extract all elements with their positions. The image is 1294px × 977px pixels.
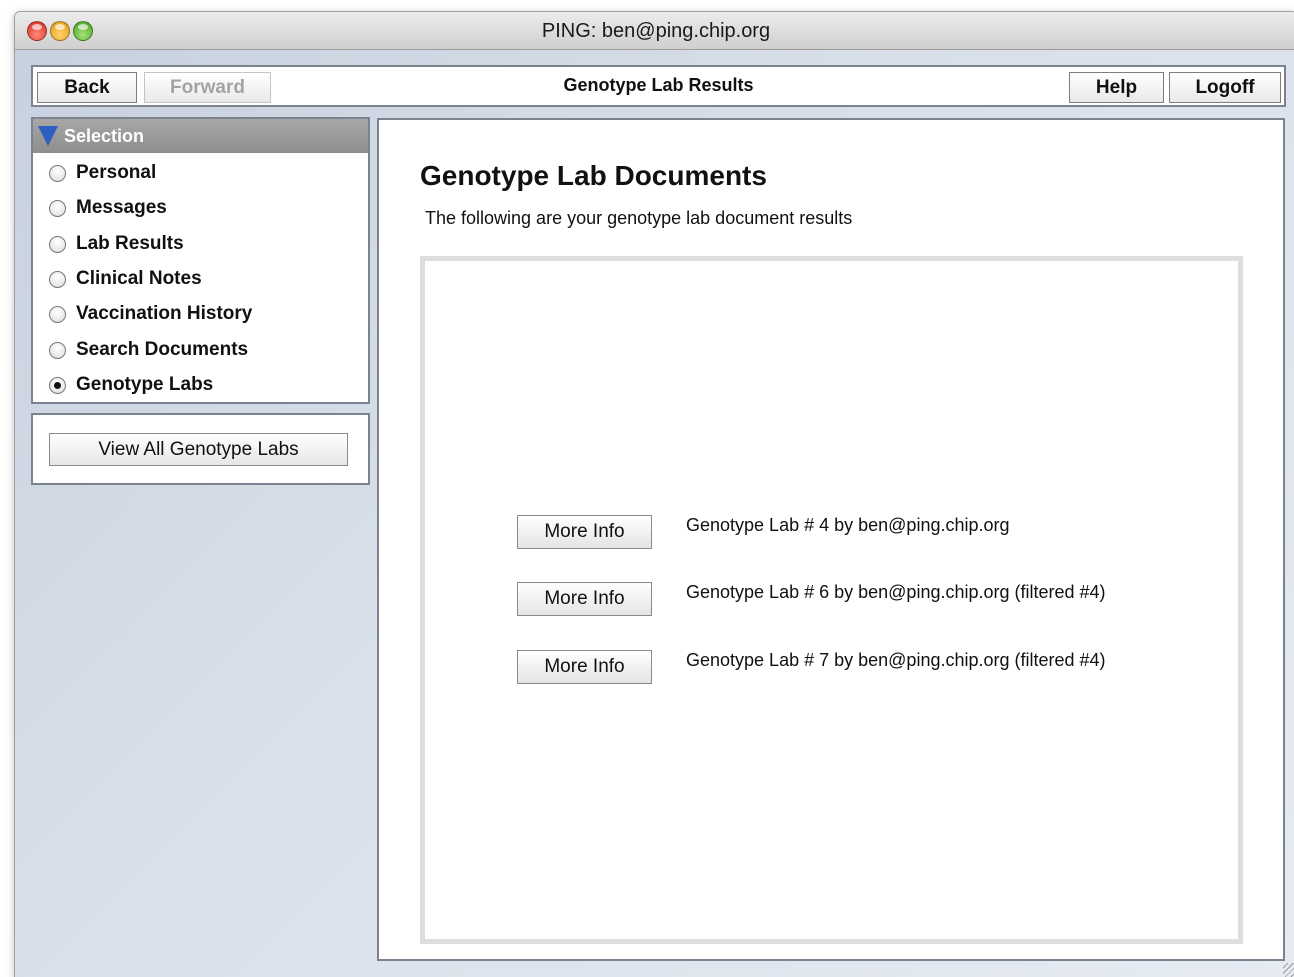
documents-list: More Info Genotype Lab # 4 by ben@ping.c… — [420, 256, 1243, 944]
selection-header[interactable]: Selection — [33, 119, 368, 153]
radio-search-documents[interactable]: Search Documents — [49, 335, 248, 365]
radio-label: Vaccination History — [76, 303, 253, 324]
list-item: More Info Genotype Lab # 6 by ben@ping.c… — [517, 582, 1217, 616]
radio-label: Lab Results — [76, 233, 184, 254]
forward-button[interactable]: Forward — [144, 72, 271, 103]
radio-label: Search Documents — [76, 339, 249, 360]
radio-clinical-notes[interactable]: Clinical Notes — [49, 264, 202, 294]
view-all-genotype-labs-button[interactable]: View All Genotype Labs — [49, 433, 348, 466]
navigation-toolbar: Back Forward Genotype Lab Results Help L… — [31, 65, 1286, 107]
back-button[interactable]: Back — [37, 72, 137, 103]
app-window: PING: ben@ping.chip.org Back Forward Gen… — [14, 11, 1294, 977]
radio-label: Personal — [76, 162, 157, 183]
document-title: Genotype Lab # 6 by ben@ping.chip.org (f… — [686, 582, 1106, 602]
title-bar[interactable]: PING: ben@ping.chip.org — [15, 12, 1294, 50]
selection-header-label: Selection — [64, 125, 145, 146]
radio-messages[interactable]: Messages — [49, 193, 167, 223]
radio-vaccination-history[interactable]: Vaccination History — [49, 299, 252, 329]
more-info-button[interactable]: More Info — [517, 650, 652, 684]
more-info-button[interactable]: More Info — [517, 582, 652, 616]
content-heading: Genotype Lab Documents — [420, 160, 767, 191]
selection-panel: Selection Personal Messages Lab Results … — [31, 117, 370, 404]
radio-button-icon[interactable] — [49, 164, 66, 182]
radio-personal[interactable]: Personal — [49, 158, 156, 188]
radio-genotype-labs[interactable]: Genotype Labs — [49, 370, 213, 400]
document-title: Genotype Lab # 7 by ben@ping.chip.org (f… — [686, 650, 1106, 670]
content-subtitle: The following are your genotype lab docu… — [425, 208, 853, 228]
list-item: More Info Genotype Lab # 4 by ben@ping.c… — [517, 515, 1217, 549]
document-title: Genotype Lab # 4 by ben@ping.chip.org — [686, 515, 1010, 535]
resize-grip-icon[interactable] — [1283, 963, 1294, 977]
radio-label: Genotype Labs — [76, 374, 214, 395]
radio-button-selected-icon[interactable] — [49, 376, 66, 394]
window-title: PING: ben@ping.chip.org — [541, 20, 771, 42]
list-item: More Info Genotype Lab # 7 by ben@ping.c… — [517, 650, 1217, 684]
radio-label: Clinical Notes — [76, 268, 202, 289]
radio-button-icon[interactable] — [49, 341, 66, 359]
help-button[interactable]: Help — [1069, 72, 1164, 103]
radio-button-icon[interactable] — [49, 270, 66, 288]
action-panel: View All Genotype Labs — [31, 413, 370, 485]
more-info-button[interactable]: More Info — [517, 515, 652, 549]
radio-lab-results[interactable]: Lab Results — [49, 229, 184, 259]
main-content: Genotype Lab Documents The following are… — [377, 118, 1285, 961]
disclosure-triangle-icon[interactable] — [38, 126, 58, 146]
logoff-button[interactable]: Logoff — [1169, 72, 1281, 103]
radio-label: Messages — [76, 197, 167, 218]
radio-button-icon[interactable] — [49, 199, 66, 217]
radio-button-icon[interactable] — [49, 305, 66, 323]
radio-button-icon[interactable] — [49, 235, 66, 253]
